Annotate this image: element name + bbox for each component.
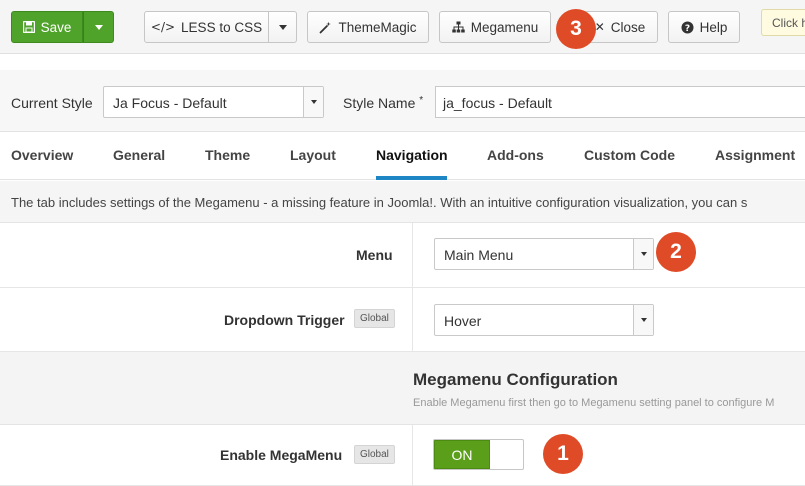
enable-megamenu-label: Enable MegaMenu [220,447,343,463]
dropdown-trigger-label: Dropdown Trigger [224,312,345,328]
chevron-down-icon [94,24,103,30]
enable-megamenu-toggle[interactable]: ON [433,439,524,470]
active-tab-indicator [376,176,447,180]
thememagic-button[interactable]: ThemeMagic [307,11,429,43]
menu-select[interactable]: Main Menu [434,238,654,270]
close-label: Close [610,19,646,35]
select-arrow [633,305,653,335]
less-to-css-dropdown-button[interactable] [268,11,297,43]
close-icon: ✕ [594,20,605,34]
megamenu-config-section: Megamenu Configuration Enable Megamenu f… [0,352,805,425]
tab-theme[interactable]: Theme [205,147,250,163]
select-arrow [303,87,323,117]
callout-badge-2: 2 [656,232,696,272]
spacer [0,54,805,70]
tab-assignment[interactable]: Assignment [715,147,795,163]
select-arrow [633,239,653,269]
save-label: Save [40,19,72,35]
style-name-label-text: Style Name [343,95,416,111]
current-style-label: Current Style [11,95,93,111]
sitemap-icon [452,21,465,33]
section-title: Megamenu Configuration [413,370,618,389]
required-marker: * [419,95,424,106]
less-to-css-button[interactable]: </> LESS to CSS [144,11,269,43]
save-dropdown-button[interactable] [83,11,114,43]
chevron-down-icon [278,24,287,30]
save-icon [22,21,35,33]
menu-value: Main Menu [444,247,514,263]
toggle-on-state: ON [434,440,490,469]
dropdown-trigger-label-cell [0,288,413,351]
menu-row-label-cell [0,223,413,287]
section-subtitle: Enable Megamenu first then go to Megamen… [413,397,775,409]
less-to-css-label: LESS to CSS [181,19,263,35]
current-style-value: Ja Focus - Default [113,95,227,111]
style-name-value: ja_focus - Default [443,95,552,111]
global-badge: Global [354,445,395,464]
help-button[interactable]: ? Help [668,11,740,43]
tab-description: The tab includes settings of the Megamen… [0,181,805,223]
magic-wand-icon [319,21,332,34]
toolbar: Save </> LESS to CSS ThemeMagic Megamenu… [0,0,805,54]
style-name-input[interactable]: ja_focus - Default [435,86,805,118]
style-name-label: Style Name * [343,95,423,111]
help-tooltip: Click h [761,9,805,36]
megamenu-label: Megamenu [470,19,539,35]
tab-custom-code[interactable]: Custom Code [584,147,675,163]
svg-text:?: ? [684,24,689,34]
current-style-select[interactable]: Ja Focus - Default [103,86,324,118]
chevron-down-icon [640,252,647,256]
enable-megamenu-label-cell [0,425,413,485]
tab-layout[interactable]: Layout [290,147,336,163]
thememagic-label: ThemeMagic [338,19,417,35]
tab-general[interactable]: General [113,147,165,163]
help-label: Help [699,19,728,35]
chevron-down-icon [310,100,317,104]
tab-navigation[interactable]: Navigation [376,147,448,163]
dropdown-trigger-row: Dropdown Trigger Global Hover [0,288,805,352]
code-icon: </> [150,20,176,34]
question-circle-icon: ? [681,21,694,34]
tab-bar: Overview General Theme Layout Navigation… [0,132,805,180]
tab-add-ons[interactable]: Add-ons [487,147,544,163]
megamenu-button[interactable]: Megamenu [439,11,551,43]
menu-label: Menu [356,247,393,263]
tab-overview[interactable]: Overview [11,147,73,163]
callout-badge-3: 3 [556,9,596,49]
enable-megamenu-row: Enable MegaMenu Global [0,425,805,486]
save-button[interactable]: Save [11,11,83,43]
global-badge: Global [354,309,395,328]
dropdown-trigger-value: Hover [444,313,482,329]
chevron-down-icon [640,318,647,322]
callout-badge-1: 1 [543,434,583,474]
dropdown-trigger-select[interactable]: Hover [434,304,654,336]
style-row: Current Style Ja Focus - Default Style N… [0,70,805,132]
